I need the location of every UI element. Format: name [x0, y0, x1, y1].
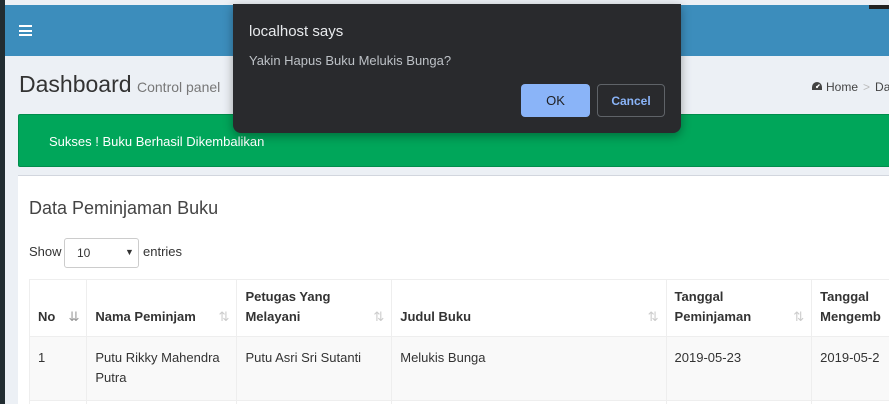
cell-nama-peminjam: Putu Rikky Mahendra Putra — [86, 336, 238, 401]
box-title: Data Peminjaman Buku — [29, 198, 219, 218]
ok-button[interactable]: OK — [521, 84, 590, 117]
entries-label: entries — [143, 244, 183, 259]
cell-no: 1 — [28, 336, 88, 401]
cell-petugas: Putu Asri Sri Sutanti — [236, 336, 393, 401]
cell-judul-buku: Melukis Bunga — [391, 336, 667, 401]
sort-icon: ⇅ — [218, 309, 230, 324]
column-header-petugas[interactable]: Petugas Yang Melayani ⇅ — [236, 279, 393, 337]
column-header-tanggal-pengembalian[interactable]: Tanggal Mengemb — [811, 279, 889, 337]
dashboard-icon — [812, 82, 822, 90]
page-title: Dashboard — [19, 71, 132, 97]
cell-tanggal-peminjaman: 2019-05-23 — [665, 336, 813, 401]
loan-table: No ⇊ Nama Peminjam ⇅ Petugas Yang Melayani ⇅… — [28, 279, 889, 404]
show-label: Show — [29, 244, 62, 259]
breadcrumb-home-link[interactable]: Home — [826, 80, 858, 94]
table-row: 1 Putu Rikky Mahendra Putra Putu Asri Sr… — [28, 336, 889, 401]
sort-icon: ⇅ — [373, 309, 385, 324]
loan-data-box: Data Peminjaman Buku Show 10 ▼ entries N… — [18, 175, 889, 404]
table-row — [28, 400, 889, 404]
column-header-judul-buku[interactable]: Judul Buku ⇅ — [391, 279, 667, 337]
sort-asc-icon: ⇊ — [68, 309, 80, 324]
dialog-message: Yakin Hapus Buku Melukis Bunga? — [249, 53, 452, 68]
header-corner — [869, 5, 889, 9]
confirm-dialog: localhost says Yakin Hapus Buku Melukis … — [233, 4, 681, 133]
dialog-title: localhost says — [249, 23, 344, 40]
cell-tanggal-pengembalian: 2019-05-2 — [811, 336, 889, 401]
cancel-button[interactable]: Cancel — [597, 84, 665, 117]
sort-icon: ⇅ — [647, 309, 659, 324]
entries-select[interactable]: 10 — [64, 238, 139, 268]
breadcrumb-current: Da — [875, 80, 889, 94]
column-header-nama-peminjam[interactable]: Nama Peminjam ⇅ — [86, 279, 238, 337]
column-header-tanggal-peminjaman[interactable]: Tanggal Peminjaman ⇅ — [665, 279, 813, 337]
sort-icon: ⇅ — [793, 309, 805, 324]
table-header-row: No ⇊ Nama Peminjam ⇅ Petugas Yang Melayani ⇅… — [28, 279, 889, 337]
hamburger-icon[interactable] — [19, 25, 32, 36]
breadcrumb: Home > Da — [811, 80, 889, 94]
breadcrumb-separator: > — [863, 80, 871, 94]
page-subtitle: Control panel — [137, 79, 221, 95]
column-header-no[interactable]: No ⇊ — [28, 279, 88, 337]
